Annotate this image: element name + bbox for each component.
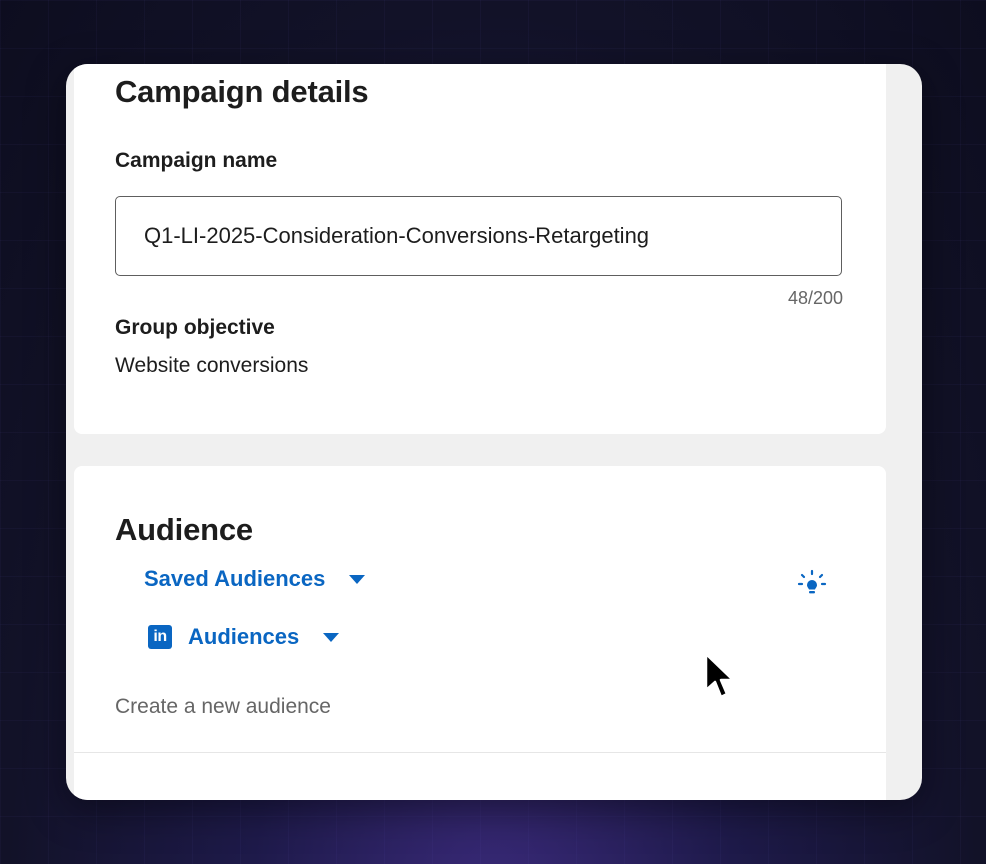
linkedin-icon: in — [148, 625, 172, 649]
campaign-details-card: Campaign details Campaign name 48/200 Gr… — [74, 64, 886, 434]
create-new-audience-link[interactable]: Create a new audience — [115, 695, 331, 719]
chevron-down-icon — [323, 632, 340, 642]
saved-audiences-label: Saved Audiences — [144, 566, 326, 591]
linkedin-audiences-dropdown[interactable]: in Audiences — [148, 624, 340, 650]
group-objective-value: Website conversions — [115, 354, 309, 377]
campaign-name-input[interactable] — [115, 196, 842, 276]
app-window: Campaign details Campaign name 48/200 Gr… — [66, 64, 922, 800]
saved-audiences-dropdown[interactable]: Saved Audiences — [144, 566, 366, 592]
next-section-card — [74, 752, 886, 800]
campaign-name-label: Campaign name — [115, 149, 278, 172]
audiences-label: Audiences — [188, 624, 300, 649]
campaign-details-title: Campaign details — [115, 74, 369, 109]
audience-card: Audience Saved Audiences in Audiences Cr… — [74, 466, 886, 756]
mouse-pointer-icon — [704, 652, 735, 699]
chevron-down-icon — [349, 574, 366, 584]
group-objective-label: Group objective — [115, 316, 275, 339]
lightbulb-icon[interactable] — [794, 566, 830, 602]
character-counter: 48/200 — [787, 288, 843, 308]
audience-title: Audience — [115, 512, 253, 547]
